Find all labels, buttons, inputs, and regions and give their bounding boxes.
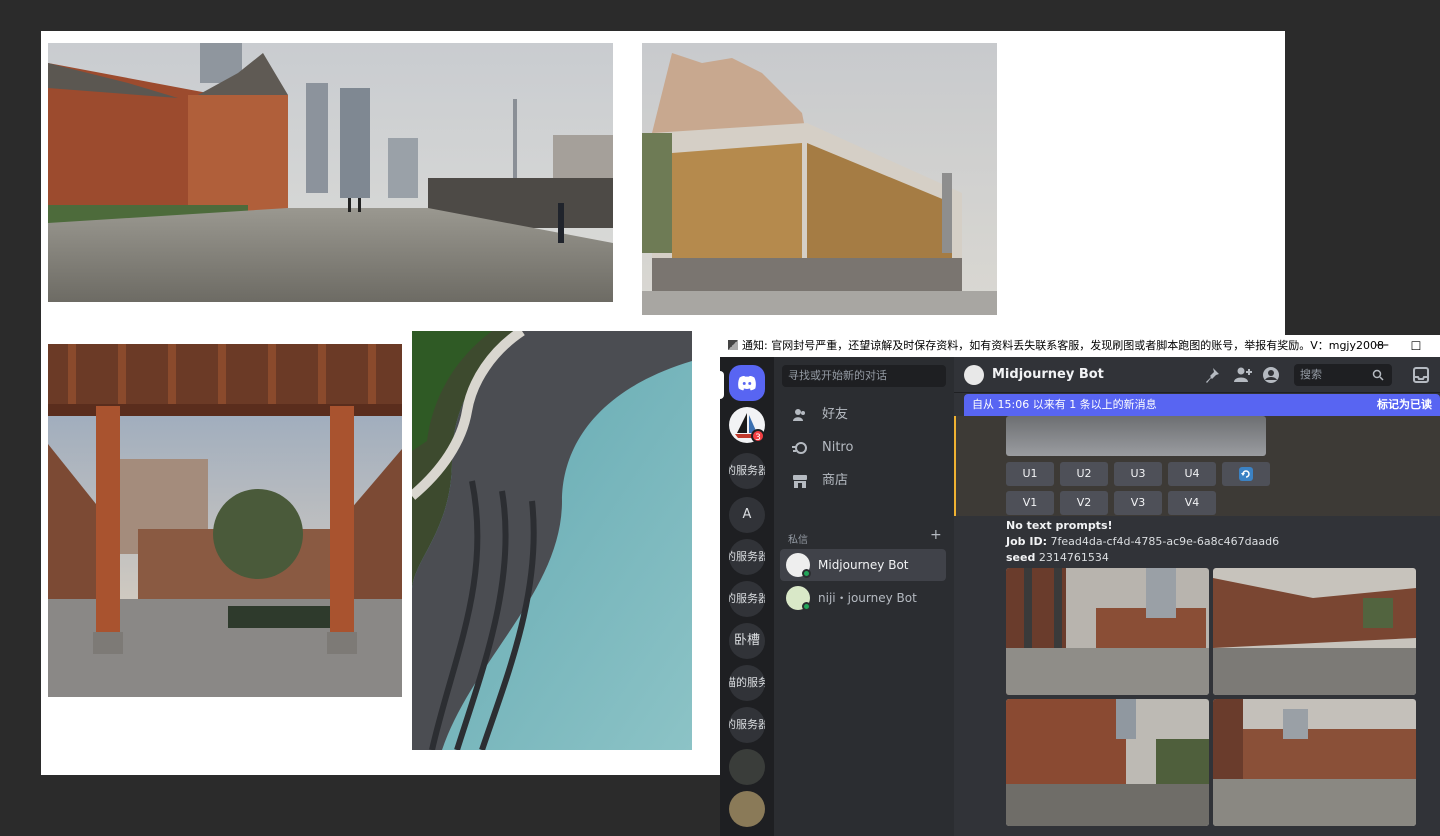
dm-item-midjourney[interactable]: Midjourney Bot: [780, 549, 946, 581]
add-friend-icon[interactable]: [1234, 366, 1252, 384]
create-dm-button[interactable]: +: [930, 527, 942, 543]
server-rail: 3 的服务器 A 的服务器 的服务器 卧槽 猫的服务器 的服务器: [720, 357, 774, 836]
variation-button-3[interactable]: V3: [1114, 491, 1162, 515]
app-icon: [728, 340, 738, 350]
nav-nitro[interactable]: Nitro: [782, 432, 946, 464]
previous-image[interactable]: [1006, 416, 1266, 456]
discord-logo-icon: [738, 375, 756, 391]
dm-item-label: Midjourney Bot: [818, 558, 909, 572]
dm-item-niji[interactable]: niji・journey Bot: [780, 582, 946, 614]
variation-button-1[interactable]: V1: [1006, 491, 1054, 515]
message-prompt: No text prompts!: [1006, 519, 1113, 532]
server-badge: 3: [751, 429, 765, 443]
dm-item-label: niji・journey Bot: [818, 591, 917, 605]
nav-shop-label: 商店: [822, 473, 849, 488]
message-job-id: Job ID: 7fead4da-cf4d-4785-ac9e-6a8c467d…: [1006, 535, 1279, 548]
chat-header: Midjourney Bot 搜索: [954, 357, 1440, 393]
server-9[interactable]: [729, 791, 765, 827]
prompt-text: No text prompts!: [1006, 519, 1113, 532]
message-seed: seed 2314761534: [1006, 551, 1109, 564]
maximize-button[interactable]: ☐: [1406, 335, 1426, 357]
nav-friends[interactable]: 好友: [782, 399, 946, 431]
shop-icon: [793, 475, 807, 488]
photo-stone-steps-water[interactable]: [412, 331, 692, 750]
reroll-icon: [1239, 467, 1253, 481]
generated-image-1[interactable]: [1006, 568, 1209, 695]
pin-icon[interactable]: [1206, 366, 1224, 384]
server-6[interactable]: 猫的服务器: [729, 665, 765, 701]
new-messages-bar[interactable]: 自从 15:06 以来有 1 条以上的新消息 标记为已读: [964, 394, 1440, 416]
upscale-button-2[interactable]: U2: [1060, 462, 1108, 486]
minimize-button[interactable]: —: [1372, 335, 1392, 357]
server-5[interactable]: 卧槽: [729, 623, 765, 659]
variation-button-2[interactable]: V2: [1060, 491, 1108, 515]
job-id-label: Job ID:: [1006, 535, 1047, 548]
new-messages-text: 自从 15:06 以来有 1 条以上的新消息: [972, 398, 1157, 411]
server-8[interactable]: [729, 749, 765, 785]
seed-value: 2314761534: [1038, 551, 1109, 564]
server-7[interactable]: 的服务器: [729, 707, 765, 743]
mark-read-button[interactable]: 标记为已读: [1377, 394, 1432, 416]
upscale-button-1[interactable]: U1: [1006, 462, 1054, 486]
generated-image-2[interactable]: [1213, 568, 1416, 695]
variation-button-4[interactable]: V4: [1168, 491, 1216, 515]
nitro-icon: [792, 442, 807, 454]
seed-label: seed: [1006, 551, 1036, 564]
generated-image-3[interactable]: [1006, 699, 1209, 826]
dm-section-label: 私信: [788, 535, 808, 546]
profile-icon[interactable]: [1262, 366, 1280, 384]
job-id-value: 7fead4da-cf4d-4785-ac9e-6a8c467daad6: [1050, 535, 1280, 548]
inbox-icon[interactable]: [1412, 366, 1430, 384]
chat-title: Midjourney Bot: [992, 367, 1104, 382]
notice-bar: 通知: 官网封号严重，还望谅解及时保存资料，如有资料丢失联系客服，发现刷图或者脚…: [720, 335, 1440, 357]
server-1[interactable]: 的服务器: [729, 453, 765, 489]
online-status: [802, 569, 811, 578]
upscale-button-4[interactable]: U4: [1168, 462, 1216, 486]
search-icon: [1372, 369, 1384, 381]
chat-area: Midjourney Bot 搜索 自从 15:06 以来有 1 条以上的新消息…: [954, 357, 1440, 836]
nav-shop[interactable]: 商店: [782, 465, 946, 497]
photo-courtyard-columns[interactable]: [48, 344, 402, 697]
server-2[interactable]: A: [729, 497, 765, 533]
notice-text: 通知: 官网封号严重，还望谅解及时保存资料，如有资料丢失联系客服，发现刷图或者脚…: [742, 339, 1384, 352]
reroll-button[interactable]: [1222, 462, 1270, 486]
avatar: [964, 365, 984, 385]
discord-home-button[interactable]: [729, 365, 765, 401]
server-3[interactable]: 的服务器: [729, 539, 765, 575]
dm-search-input[interactable]: 寻找或开始新的对话: [782, 365, 946, 387]
nav-friends-label: 好友: [822, 407, 849, 422]
upscale-button-3[interactable]: U3: [1114, 462, 1162, 486]
nav-nitro-label: Nitro: [822, 440, 854, 455]
online-status: [802, 602, 811, 611]
friends-icon: [793, 409, 805, 421]
selected-pill: [720, 371, 724, 399]
photo-brick-plaza[interactable]: [48, 43, 613, 302]
generated-image-4[interactable]: [1213, 699, 1416, 826]
server-4[interactable]: 的服务器: [729, 581, 765, 617]
discord-window: 通知: 官网封号严重，还望谅解及时保存资料，如有资料丢失联系客服，发现刷图或者脚…: [720, 335, 1440, 836]
dm-panel: 寻找或开始新的对话 好友 Nitro 商店 私信 + Midjourney Bo…: [774, 357, 954, 836]
photo-artdeco-building[interactable]: [642, 43, 997, 315]
